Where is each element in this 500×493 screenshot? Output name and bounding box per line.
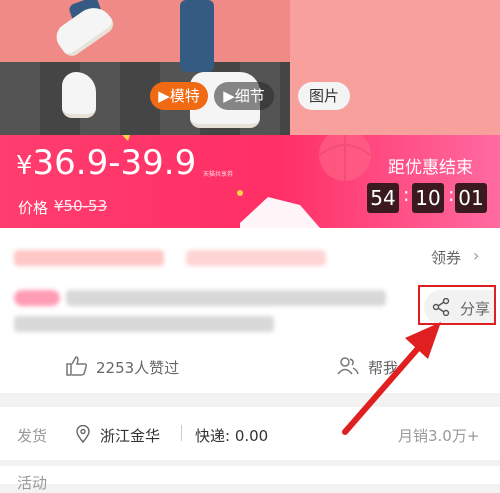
help-label[interactable]: 帮我 — [368, 357, 398, 378]
countdown-colon: : — [448, 184, 455, 206]
express-fee: 快递: 0.00 — [195, 427, 269, 445]
product-image[interactable]: ▶模特 ▶细节 图片 — [0, 0, 500, 135]
people-icon[interactable] — [337, 356, 359, 376]
shipping-location: 浙江金华 — [100, 427, 161, 445]
shoe-left-lower — [62, 72, 96, 118]
blurred-promo-text — [14, 250, 164, 266]
coupon-label[interactable]: 领券 — [431, 247, 461, 268]
likes-count: 2253人赞过 — [96, 359, 180, 377]
blurred-promo-text — [186, 250, 326, 266]
jeans-leg-right — [180, 0, 214, 72]
original-price: ¥50-53 — [54, 197, 108, 215]
location-pin-icon — [76, 425, 90, 443]
countdown-hours: 54 — [367, 183, 399, 213]
promo-small-tag: 天猫共享券 — [203, 171, 234, 178]
blurred-title-badge — [14, 290, 60, 306]
tab-detail[interactable]: ▶细节 — [214, 82, 274, 110]
divider — [181, 425, 182, 441]
activity-label: 活动 — [17, 474, 48, 492]
tab-model[interactable]: ▶模特 — [150, 82, 208, 110]
thumbs-up-icon[interactable] — [66, 356, 88, 376]
countdown-colon: : — [403, 184, 410, 206]
countdown-minutes: 10 — [412, 183, 444, 213]
tab-photo[interactable]: 图片 — [298, 82, 350, 110]
price-range: ¥36.9-39.9 — [16, 143, 197, 183]
chevron-right-icon[interactable]: › — [473, 246, 479, 265]
blurred-title-line — [66, 290, 386, 306]
share-highlight-box — [418, 285, 496, 325]
monthly-sales: 月销3.0万+ — [398, 427, 480, 445]
shipping-label: 发货 — [17, 427, 48, 445]
blurred-title-line — [14, 316, 274, 332]
shoe-left — [51, 0, 117, 60]
background-wall — [290, 0, 500, 135]
activity-row[interactable] — [0, 466, 500, 484]
countdown-seconds: 01 — [455, 183, 487, 213]
countdown-title: 距优惠结束 — [388, 158, 473, 178]
original-price-label: 价格 — [18, 199, 49, 217]
